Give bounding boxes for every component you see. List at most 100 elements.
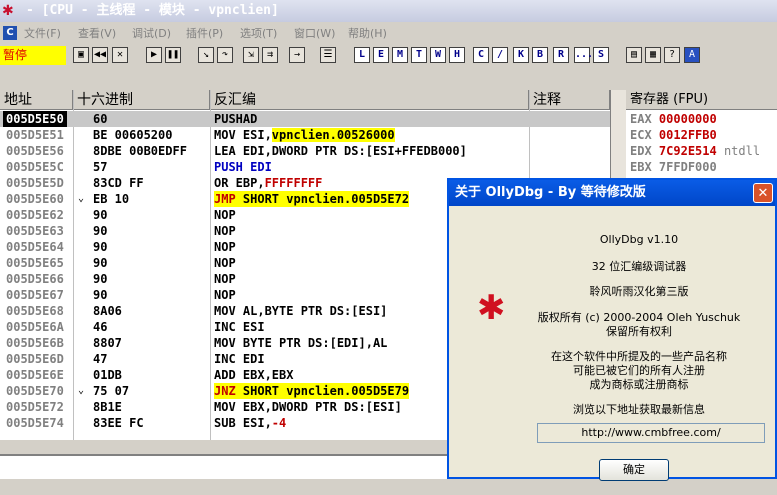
debug-options-icon[interactable]: ▤ — [626, 47, 642, 63]
memory-map-button[interactable]: M — [392, 47, 408, 63]
log-window-button[interactable]: L — [354, 47, 370, 63]
row-disasm: JNZ SHORT vpnclien.005D5E79 — [214, 383, 410, 399]
table-row[interactable]: 005D5E56 8DBE 00B0EDFF LEA EDI,DWORD PTR… — [0, 143, 610, 159]
row-disasm-op: OR EBP, — [214, 176, 265, 190]
register-ecx[interactable]: ECX 0012FFB0 — [630, 127, 717, 143]
menu-window[interactable]: 窗口(W) — [294, 26, 335, 42]
row-disasm: NOP — [214, 288, 236, 302]
row-address: 005D5E65 — [6, 256, 64, 270]
pause-icon[interactable]: ❚❚ — [165, 47, 181, 63]
row-address: 005D5E51 — [6, 128, 64, 142]
trace-into-icon[interactable]: ⇲ — [243, 47, 259, 63]
menu-options[interactable]: 选项(T) — [240, 26, 277, 42]
run-trace-button[interactable]: ... — [574, 47, 593, 63]
references-button[interactable]: R — [553, 47, 569, 63]
column-header-address[interactable]: 地址 — [0, 90, 73, 110]
patches-button[interactable]: / — [492, 47, 508, 63]
step-over-icon[interactable]: ↷ — [217, 47, 233, 63]
row-address: 005D5E5D — [6, 176, 64, 190]
breakpoints-button[interactable]: B — [532, 47, 548, 63]
table-row[interactable]: 005D5E5C 57 PUSH EDI — [0, 159, 610, 175]
cpu-button[interactable]: C — [473, 47, 489, 63]
run-icon[interactable]: ▶ — [146, 47, 162, 63]
font-icon[interactable]: A — [684, 47, 700, 63]
menu-debug[interactable]: 调试(D) — [132, 26, 171, 42]
ollydbg-bug-icon[interactable]: ✱ — [2, 3, 14, 19]
help-icon[interactable]: ? — [664, 47, 680, 63]
column-header-disasm[interactable]: 反汇编 — [210, 90, 529, 110]
row-hex: 46 — [93, 320, 108, 334]
dialog-version: OllyDbg v1.10 — [599, 233, 679, 246]
row-disasm: INC EDI — [214, 352, 265, 366]
column-header-comment[interactable]: 注释 — [529, 90, 610, 110]
call-stack-button[interactable]: K — [513, 47, 529, 63]
row-disasm: NOP — [214, 256, 236, 270]
register-name: ECX — [630, 128, 652, 142]
register-ebx[interactable]: EBX 7FFDF000 — [630, 159, 717, 175]
executable-modules-button[interactable]: E — [373, 47, 389, 63]
menu-help[interactable]: 帮助(H) — [348, 26, 387, 42]
row-hex: 83EE FC — [93, 416, 144, 430]
handles-button[interactable]: H — [449, 47, 465, 63]
menu-plugins[interactable]: 插件(P) — [186, 26, 223, 42]
row-address: 005D5E62 — [6, 208, 64, 222]
row-disasm-op: JMP — [214, 192, 236, 206]
appearance-icon[interactable]: ▦ — [645, 47, 661, 63]
table-row[interactable]: 005D5E51 BE 00605200 MOV ESI,vpnclien.00… — [0, 127, 610, 143]
execute-till-return-icon[interactable]: → — [289, 47, 305, 63]
row-hex: BE 00605200 — [93, 128, 173, 142]
row-hex: 8807 — [93, 336, 122, 350]
menu-bar: C 文件(F) 查看(V) 调试(D) 插件(P) 选项(T) 窗口(W) 帮助… — [0, 24, 777, 44]
goto-icon[interactable]: ☰ — [320, 47, 336, 63]
open-icon[interactable]: ▣ — [73, 47, 89, 63]
row-disasm-arg: vpnclien.00526000 — [271, 128, 395, 142]
row-address: 005D5E72 — [6, 400, 64, 414]
windows-button[interactable]: W — [430, 47, 446, 63]
column-header-hex[interactable]: 十六进制 — [73, 90, 210, 110]
trace-over-icon[interactable]: ⇉ — [262, 47, 278, 63]
status-paused: 暂停 — [0, 46, 66, 65]
source-button[interactable]: S — [593, 47, 609, 63]
row-address: 005D5E70 — [6, 384, 64, 398]
registers-header[interactable]: 寄存器 (FPU) — [626, 90, 777, 110]
close-button[interactable]: ✕ — [753, 183, 773, 203]
about-dialog: 关于 OllyDbg - By 等待修改版 ✕ ✱ OllyDbg v1.10 … — [447, 178, 777, 481]
step-into-icon[interactable]: ↘ — [198, 47, 214, 63]
website-link[interactable]: http://www.cmbfree.com/ — [537, 423, 765, 443]
window-title: - [CPU - 主线程 - 模块 - vpnclien] — [26, 3, 279, 18]
dialog-trademark-line: 成为商标或注册商标 — [589, 378, 689, 391]
row-hex: 57 — [93, 160, 108, 174]
row-hex: EB 10 — [93, 192, 130, 206]
row-hex: 8A06 — [93, 304, 122, 318]
close-icon[interactable]: ✕ — [112, 47, 128, 63]
row-disasm: LEA EDI,DWORD PTR DS:[ESI+FFEDB000] — [214, 144, 467, 158]
row-disasm: PUSH EDI — [214, 160, 272, 174]
jump-arrow-icon: ⌄ — [78, 385, 85, 396]
row-address: 005D5E6A — [6, 320, 64, 334]
row-disasm-arg: SHORT vpnclien.005D5E72 — [235, 192, 410, 206]
menu-file[interactable]: 文件(F) — [24, 26, 61, 42]
menu-view[interactable]: 查看(V) — [78, 26, 116, 42]
row-disasm: NOP — [214, 224, 236, 238]
row-disasm: MOV BYTE PTR DS:[EDI],AL — [214, 336, 388, 350]
ok-button[interactable]: 确定 — [599, 459, 669, 481]
info-pane[interactable] — [0, 454, 450, 479]
row-disasm-op: MOV ESI, — [214, 128, 272, 142]
row-address: 005D5E50 — [3, 111, 67, 127]
row-disasm: MOV AL,BYTE PTR DS:[ESI] — [214, 304, 388, 318]
row-disasm: MOV ESI,vpnclien.00526000 — [214, 127, 395, 143]
restart-icon[interactable]: ◀◀ — [92, 47, 108, 63]
row-disasm: OR EBP,FFFFFFFF — [214, 175, 322, 191]
row-disasm: JMP SHORT vpnclien.005D5E72 — [214, 191, 410, 207]
toolbar: 暂停 ▣ ◀◀ ✕ ▶ ❚❚ ↘ ↷ ⇲ ⇉ → ☰ L E M T W H C… — [0, 45, 777, 67]
row-address: 005D5E67 — [6, 288, 64, 302]
table-row[interactable]: 005D5E50 60 PUSHAD — [0, 111, 610, 127]
ollydbg-bug-icon: ✱ — [477, 288, 506, 328]
register-edx[interactable]: EDX 7C92E514 ntdll — [630, 143, 760, 159]
row-disasm: INC ESI — [214, 320, 265, 334]
threads-button[interactable]: T — [411, 47, 427, 63]
register-eax[interactable]: EAX 00000000 — [630, 111, 717, 127]
cpu-window-icon[interactable]: C — [3, 26, 17, 40]
row-hex: 83CD FF — [93, 176, 144, 190]
row-address: 005D5E6D — [6, 352, 64, 366]
